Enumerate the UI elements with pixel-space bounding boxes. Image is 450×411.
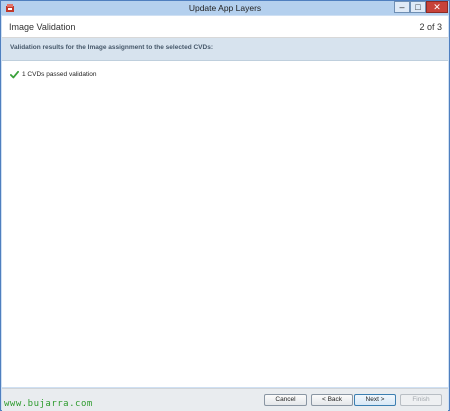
wizard-header: Image Validation 2 of 3 [2,16,448,38]
watermark: www.bujarra.com [4,399,93,409]
minimize-button[interactable]: – [394,1,410,13]
cancel-button[interactable]: Cancel [264,394,307,406]
finish-button: Finish [400,394,442,406]
title-bar[interactable]: Update App Layers – □ ✕ [1,1,449,15]
step-indicator: 2 of 3 [419,22,442,32]
next-button[interactable]: Next > [354,394,396,406]
window-title: Update App Layers [188,3,262,13]
validation-results-panel: 1 CVDs passed validation [2,61,448,387]
wizard-subheader: Validation results for the Image assignm… [2,38,448,61]
back-button[interactable]: < Back [311,394,353,406]
close-button[interactable]: ✕ [426,1,448,13]
maximize-button[interactable]: □ [410,1,426,13]
subheader-description: Validation results for the Image assignm… [10,44,213,51]
page-title: Image Validation [9,22,76,32]
checkmark-icon [10,70,19,79]
result-text: 1 CVDs passed validation [22,71,97,78]
wizard-window: Update App Layers – □ ✕ Image Validation… [0,0,450,411]
